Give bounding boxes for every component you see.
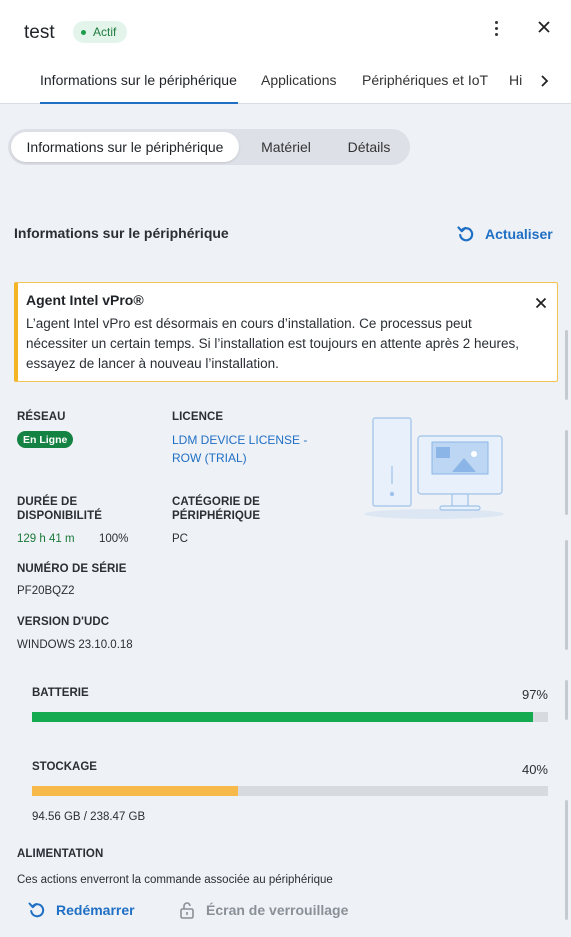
refresh-button[interactable]: Actualiser [456, 224, 553, 244]
storage-percent: 40% [521, 762, 548, 777]
scrollbar-segment[interactable] [565, 800, 568, 920]
refresh-icon [457, 226, 474, 242]
license-label: LICENCE [172, 411, 224, 423]
tab-peripherals-iot[interactable]: Périphériques et IoT [362, 60, 488, 104]
unlock-icon [180, 902, 194, 919]
lock-screen-button[interactable]: Écran de verrouillage [177, 900, 348, 920]
tab-device-info[interactable]: Informations sur le périphérique [40, 60, 238, 104]
power-description: Ces actions enverront la commande associ… [17, 874, 333, 886]
alert-title: Agent Intel vPro® [26, 292, 144, 308]
tab-history[interactable]: Hi [509, 60, 522, 104]
alert-body: L’agent Intel vPro est désormais en cour… [26, 316, 520, 371]
battery-bar-fill [32, 712, 533, 722]
restart-icon [28, 902, 45, 918]
status-badge: Actif [73, 21, 128, 43]
battery-percent: 97% [521, 687, 548, 702]
subtab-device-info[interactable]: Informations sur le périphérique [11, 132, 239, 162]
power-label: ALIMENTATION [17, 848, 104, 860]
section-title: Informations sur le périphérique [14, 225, 229, 241]
scrollbar-segment[interactable] [565, 430, 568, 515]
uptime-percent: 100% [99, 533, 129, 545]
vpro-alert: Agent Intel vPro® L’agent Intel vPro est… [14, 282, 558, 382]
subtab-hardware[interactable]: Matériel [246, 132, 326, 162]
subtab-switcher: Informations sur le périphérique Matérie… [8, 129, 410, 165]
tab-bar: Informations sur le périphérique Applica… [0, 60, 571, 104]
scrollbar-segment[interactable] [565, 330, 568, 400]
alert-close-icon[interactable] [533, 295, 549, 311]
storage-bar-fill [32, 786, 239, 796]
refresh-label: Actualiser [485, 226, 553, 242]
uptime-label: DURÉE DE DISPONIBILITÉ [17, 496, 103, 522]
serial-label: NUMÉRO DE SÉRIE [17, 563, 127, 575]
storage-label: STOCKAGE [32, 761, 97, 773]
scrollbar-segment[interactable] [565, 540, 568, 650]
desktop-computer-illustration [364, 417, 504, 519]
panel-header: test Actif Informations sur le périphéri… [0, 0, 571, 104]
network-status-badge: En Ligne [17, 431, 74, 448]
category-label: CATÉGORIE DE PÉRIPHÉRIQUE [172, 496, 261, 522]
scrollbar-segment[interactable] [565, 680, 568, 720]
status-dot-icon [81, 29, 86, 35]
category-value: PC [172, 533, 188, 545]
uptime-value: 129 h 41 m [17, 533, 75, 545]
battery-label: BATTERIE [32, 687, 89, 699]
udc-value: WINDOWS 23.10.0.18 [17, 639, 133, 651]
license-link[interactable]: LDM DEVICE LICENSE - ROW (TRIAL) [172, 431, 322, 467]
close-icon[interactable] [534, 17, 554, 37]
lock-screen-label: Écran de verrouillage [206, 902, 349, 918]
network-label: RÉSEAU [17, 411, 66, 423]
more-options-icon[interactable] [486, 15, 506, 41]
device-title: test [24, 22, 55, 43]
udc-label: VERSION D'UDC [17, 616, 110, 628]
serial-value: PF20BQZ2 [17, 585, 75, 597]
tab-applications[interactable]: Applications [261, 60, 337, 104]
storage-usage: 94.56 GB / 238.47 GB [32, 811, 146, 823]
storage-bar [32, 786, 548, 796]
status-text: Actif [93, 25, 117, 39]
restart-label: Redémarrer [56, 902, 135, 918]
subtab-details[interactable]: Détails [332, 132, 406, 162]
chevron-right-icon[interactable] [536, 73, 552, 89]
battery-bar [32, 712, 548, 722]
restart-button[interactable]: Redémarrer [27, 900, 135, 920]
